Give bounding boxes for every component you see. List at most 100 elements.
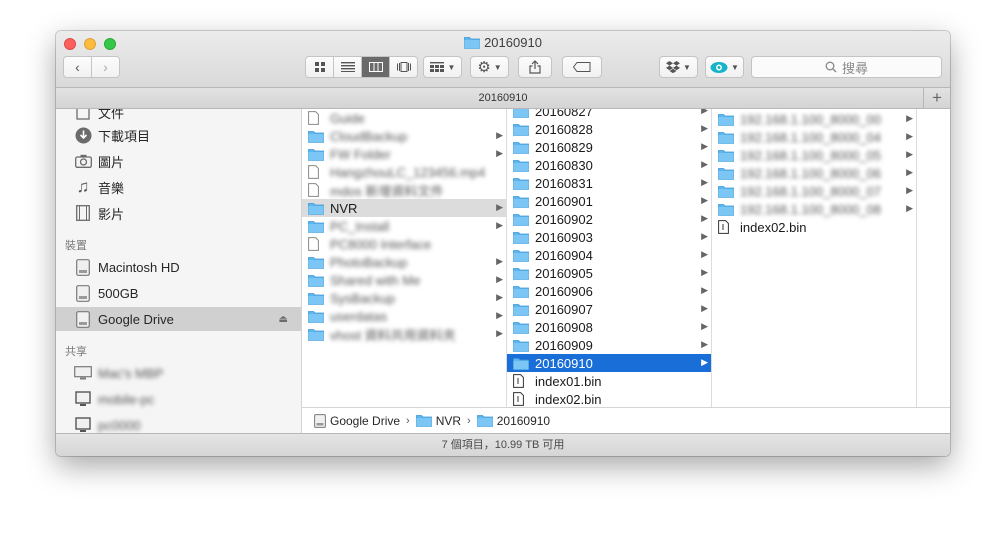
folder-item[interactable]: 20160830 ▶ [507,156,711,174]
monitor-icon [74,390,92,408]
folder-icon [513,320,529,334]
folder-item[interactable]: 20160828 ▶ [507,120,711,138]
folder-item[interactable]: 20160829 ▶ [507,138,711,156]
folder-item[interactable]: 20160901 ▶ [507,192,711,210]
file-item[interactable]: mdos 新增資料文件 [302,181,506,199]
sidebar-item-documents[interactable]: 文件 [56,109,301,124]
folder-item[interactable]: 192.168.1.100_8000_05 ▶ [712,146,916,164]
sidebar-item-label: mobile-pc [98,391,155,407]
item-label: 192.168.1.100_8000_04 [740,129,881,145]
disclosure-arrow-icon: ▶ [496,292,503,302]
folder-item[interactable]: 20160827 ▶ [507,109,711,120]
folder-item[interactable]: 20160904 ▶ [507,246,711,264]
folder-item[interactable]: 20160902 ▶ [507,210,711,228]
search-field[interactable]: 搜尋 [751,56,942,78]
folder-item[interactable]: NVR ▶ [302,199,506,217]
dropbox-button[interactable]: ▼ [659,56,698,78]
sidebar-item-shared-pc2[interactable]: pc0000 [56,413,301,433]
sidebar-item-shared-computer[interactable]: Mac's MBP [56,361,301,385]
camera-icon [74,152,92,170]
disclosure-arrow-icon: ▶ [701,231,708,241]
folder-item[interactable]: 20160908 ▶ [507,318,711,336]
disclosure-arrow-icon: ▶ [496,130,503,140]
item-label: NVR [330,200,358,216]
folder-item[interactable]: 20160831 ▶ [507,174,711,192]
column-view-button[interactable] [362,57,390,77]
folder-item[interactable]: 192.168.1.100_8000_06 ▶ [712,164,916,182]
file-item[interactable]: index02.bin [712,218,916,236]
folder-item[interactable]: 192.168.1.100_8000_04 ▶ [712,128,916,146]
action-button[interactable]: ⚙ ▼ [470,56,509,78]
item-label: 192.168.1.100_8000_08 [740,201,881,217]
new-tab-button[interactable]: + [923,88,950,108]
forward-button[interactable]: › [92,57,119,77]
folder-item[interactable]: 20160910 ▶ [507,354,711,372]
breadcrumb-item[interactable]: Google Drive [314,414,400,428]
tab-title[interactable]: 20160910 [479,92,528,104]
share-button[interactable] [518,56,552,78]
harddisk-icon [74,284,92,302]
folder-item[interactable]: 192.168.1.100_8000_00 ▶ [712,110,916,128]
coverflow-view-button[interactable] [390,57,417,77]
folder-item[interactable]: Shared with Me ▶ [302,271,506,289]
folder-item[interactable]: userdatas ▶ [302,307,506,325]
folder-icon [464,36,480,52]
folder-item[interactable]: 20160903 ▶ [507,228,711,246]
disclosure-arrow-icon: ▶ [906,113,913,123]
sidebar-item-pictures[interactable]: 圖片 [56,149,301,173]
sidebar-item-label: Google Drive [98,311,174,327]
arrange-button[interactable]: ▼ [423,56,462,78]
film-icon [74,204,92,222]
titlebar: 20160910 ‹ › ▼ ⚙ ▼ ▼ ▼ 搜尋 [56,31,950,88]
sidebar-item-movies[interactable]: 影片 [56,201,301,225]
folder-item[interactable]: PC_Install ▶ [302,217,506,235]
item-label: FW Folder [330,146,391,162]
breadcrumb-label: 20160910 [496,413,551,428]
icon-view-button[interactable] [306,57,334,77]
folder-item[interactable]: SysBackup ▶ [302,289,506,307]
breadcrumb-item[interactable]: 20160910 [476,413,551,428]
file-item[interactable]: PC8000 Interface [302,235,506,253]
folder-item[interactable]: 192.168.1.100_8000_07 ▶ [712,182,916,200]
cloud-sync-button[interactable]: ▼ [705,56,744,78]
document-icon [74,109,92,121]
sidebar-item-500gb[interactable]: 500GB [56,281,301,305]
folder-item[interactable]: 20160909 ▶ [507,336,711,354]
folder-item[interactable]: 20160906 ▶ [507,282,711,300]
sidebar-item-google-drive[interactable]: Google Drive ⏏ [56,307,301,331]
file-item[interactable]: Guide [302,109,506,127]
list-view-button[interactable] [334,57,362,77]
window-title: 20160910 [56,35,950,52]
back-button[interactable]: ‹ [64,57,92,77]
file-item[interactable]: HangzhouLC_123456.mp4 [302,163,506,181]
file-item[interactable]: index01.bin [507,372,711,390]
folder-item[interactable]: 192.168.1.100_8000_08 ▶ [712,200,916,218]
column-root: Guide CloudBackup ▶ FW Folder ▶ HangzhouLC_12… [302,109,507,407]
item-label: vhost 資料共用資料夾 [330,327,456,343]
harddisk-icon [74,258,92,276]
disclosure-arrow-icon: ▶ [701,159,708,169]
sidebar-item-shared-pc[interactable]: mobile-pc [56,387,301,411]
sidebar-item-label: 下載項目 [98,128,151,144]
folder-item[interactable]: vhost 資料共用資料夾 ▶ [302,325,506,343]
folder-item[interactable]: FW Folder ▶ [302,145,506,163]
item-label: HangzhouLC_123456.mp4 [330,164,486,180]
file-item[interactable]: index02.bin [507,390,711,407]
sidebar-item-macintosh-hd[interactable]: Macintosh HD [56,255,301,279]
columns-icon [368,62,383,72]
breadcrumb-item[interactable]: NVR [415,414,461,428]
item-label: PC_Install [330,218,390,234]
item-label: 20160909 [535,337,593,353]
item-label: 20160908 [535,319,593,335]
file-icon [513,392,529,406]
disclosure-arrow-icon: ▶ [701,109,708,115]
disclosure-arrow-icon: ▶ [906,185,913,195]
folder-item[interactable]: PhotoBackup ▶ [302,253,506,271]
folder-item[interactable]: 20160907 ▶ [507,300,711,318]
folder-item[interactable]: 20160905 ▶ [507,264,711,282]
sidebar-item-music[interactable]: ♫ 音樂 [56,175,301,199]
edit-tags-button[interactable] [562,56,602,78]
sidebar-item-downloads[interactable]: 下載項目 [56,123,301,147]
folder-item[interactable]: CloudBackup ▶ [302,127,506,145]
eject-icon[interactable]: ⏏ [279,314,288,325]
